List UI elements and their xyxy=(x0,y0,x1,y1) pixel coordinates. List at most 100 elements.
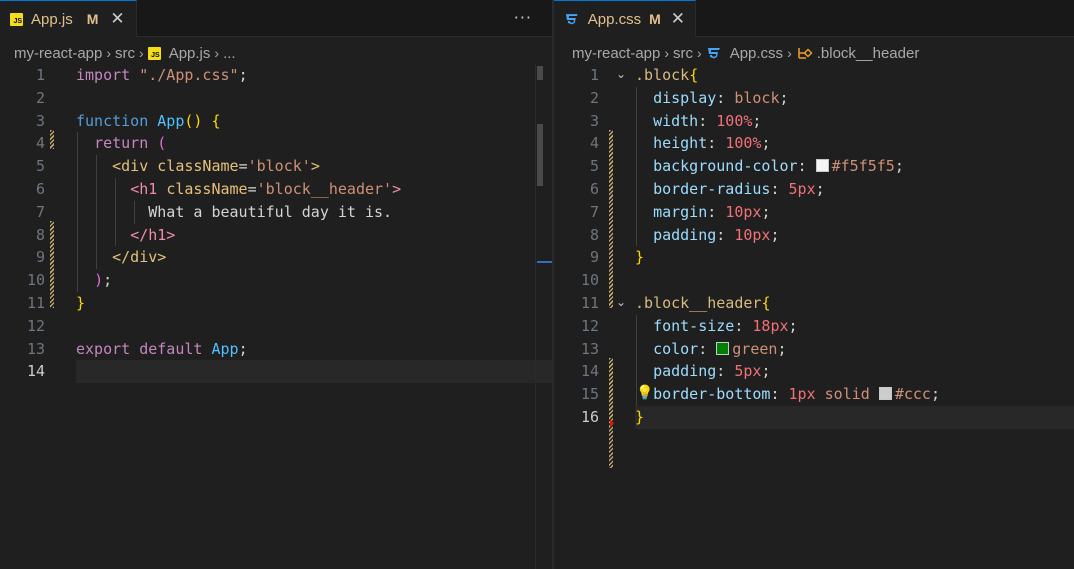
code-line[interactable]: 6 border-radius: 5px; xyxy=(554,178,1074,201)
scroll-change-marker xyxy=(537,124,543,186)
code-line[interactable]: 9 </div> xyxy=(0,246,552,269)
js-file-icon: JS xyxy=(10,12,23,26)
code-line[interactable]: 14 padding: 5px; xyxy=(554,360,1074,383)
line-number: 2 xyxy=(35,88,45,107)
color-swatch[interactable] xyxy=(878,387,892,401)
code-line[interactable]: 9} xyxy=(554,246,1074,269)
code-token: className xyxy=(157,157,239,176)
code-token: : xyxy=(716,88,735,107)
code-editor-left[interactable]: 1 import "./App.css"; 2 3 function App() {4 … xyxy=(0,64,552,569)
more-actions-icon[interactable]: ··· xyxy=(514,8,532,27)
code-line[interactable]: 16} xyxy=(554,406,1074,429)
code-line[interactable]: 2 display: block; xyxy=(554,87,1074,110)
code-line[interactable]: 12 xyxy=(0,315,552,338)
code-line[interactable]: 11} xyxy=(0,292,552,315)
code-line[interactable]: 14 xyxy=(0,360,552,384)
breadcrumb-file[interactable]: App.js xyxy=(169,45,211,62)
tab-bar-right: App.css M ✕ xyxy=(554,0,1074,37)
color-swatch[interactable] xyxy=(716,341,730,355)
close-icon[interactable]: ✕ xyxy=(671,9,685,29)
line-number: 11 xyxy=(580,294,599,312)
code-line[interactable]: 2 xyxy=(0,87,552,110)
code-line[interactable]: 10 ); xyxy=(0,269,552,292)
chevron-down-icon[interactable]: ⌄ xyxy=(616,67,626,81)
code-line[interactable]: 8 padding: 10px; xyxy=(554,224,1074,247)
code-token: "./App.css" xyxy=(139,66,239,84)
chevron-down-icon[interactable]: ⌄ xyxy=(616,295,626,309)
breadcrumb-project[interactable]: my-react-app xyxy=(572,45,660,62)
code-line[interactable]: 4 height: 100%; xyxy=(554,132,1074,155)
code-token: margin xyxy=(653,202,708,221)
code-token: : xyxy=(716,362,735,381)
line-number: 6 xyxy=(35,180,45,198)
breadcrumb-project[interactable]: my-react-app xyxy=(14,45,102,62)
code-line[interactable]: 11 .block__header{ xyxy=(554,292,1074,315)
code-line[interactable]: 5 <div className='block'> xyxy=(0,155,552,178)
line-number: 10 xyxy=(26,271,45,290)
code-line[interactable]: 8 </h1> xyxy=(0,224,552,247)
line-number: 6 xyxy=(589,180,599,198)
code-text: ); xyxy=(76,269,112,292)
code-token: ; xyxy=(761,362,771,381)
code-token: : xyxy=(770,180,789,198)
code-line[interactable]: 1 .block{ xyxy=(554,64,1074,87)
tab-bar-left: JS App.js M ✕ ··· xyxy=(0,0,552,37)
code-token: : xyxy=(797,157,816,176)
git-modified-gutter[interactable] xyxy=(609,358,613,468)
code-token: : xyxy=(707,202,726,221)
code-token: { xyxy=(689,66,699,84)
tab-label: App.css xyxy=(587,10,642,28)
code-line[interactable]: 7 margin: 10px; xyxy=(554,201,1074,224)
code-text: background-color: #f5f5f5; xyxy=(635,155,904,178)
code-token: : xyxy=(716,225,735,244)
close-icon[interactable]: ✕ xyxy=(110,9,124,29)
code-line[interactable]: 6 <h1 className='block__header'> xyxy=(0,178,552,201)
code-line[interactable]: 4 return ( xyxy=(0,132,552,155)
code-line[interactable]: 10 xyxy=(554,269,1074,292)
breadcrumb-symbol[interactable]: .block__header xyxy=(817,45,920,62)
line-number: 13 xyxy=(580,339,599,358)
chevron-right-icon: › xyxy=(787,45,792,61)
code-text: What a beautiful day it is. xyxy=(76,201,392,224)
code-line[interactable]: 3 width: 100%; xyxy=(554,110,1074,133)
code-line[interactable]: 3 function App() { xyxy=(0,110,552,133)
line-number: 4 xyxy=(35,134,45,153)
code-token: ; xyxy=(777,339,787,358)
git-modified-gutter[interactable] xyxy=(50,221,54,309)
code-token: display xyxy=(653,88,717,107)
js-file-icon: JS xyxy=(147,46,161,60)
code-line[interactable]: 12 font-size: 18px; xyxy=(554,315,1074,338)
code-line[interactable]: 13 color: green; xyxy=(554,338,1074,361)
code-line[interactable]: 13 export default App; xyxy=(0,338,552,361)
code-text: width: 100%; xyxy=(635,110,761,133)
color-swatch[interactable] xyxy=(815,159,829,173)
code-token: } xyxy=(635,408,645,426)
lightbulb-icon[interactable]: 💡 xyxy=(636,385,653,401)
code-token: 'block__header' xyxy=(256,180,393,198)
breadcrumb-file[interactable]: App.css xyxy=(730,45,783,62)
indent-guide xyxy=(134,200,135,224)
breadcrumb-symbol[interactable]: ... xyxy=(223,45,236,62)
code-token: ( xyxy=(157,134,167,153)
breadcrumb-folder[interactable]: src xyxy=(673,45,693,62)
code-line[interactable]: 7 What a beautiful day it is. xyxy=(0,201,552,224)
line-number: 14 xyxy=(580,362,599,381)
tab-app-css[interactable]: App.css M ✕ xyxy=(554,0,696,37)
code-token: function xyxy=(76,111,158,130)
code-line[interactable]: 5 background-color: #f5f5f5; xyxy=(554,155,1074,178)
git-modified-gutter[interactable] xyxy=(609,130,613,309)
git-modified-gutter[interactable] xyxy=(50,130,54,149)
scrollbar-left[interactable] xyxy=(535,64,536,569)
error-marker-icon xyxy=(610,419,614,427)
breadcrumb-folder[interactable]: src xyxy=(115,45,135,62)
code-token: ; xyxy=(238,66,248,84)
code-line[interactable]: 15 border-bottom: 1px solid #ccc; xyxy=(554,383,1074,406)
line-number: 3 xyxy=(35,111,45,130)
code-line[interactable]: 1 import "./App.css"; xyxy=(0,64,552,87)
editor-pane-right: App.css M ✕ my-react-app › src › App.css… xyxy=(554,0,1074,569)
code-editor-right[interactable]: 1 .block{2 display: block; 3 width: 100%; 4… xyxy=(554,64,1074,569)
tab-app-js[interactable]: JS App.js M ✕ xyxy=(0,0,137,37)
